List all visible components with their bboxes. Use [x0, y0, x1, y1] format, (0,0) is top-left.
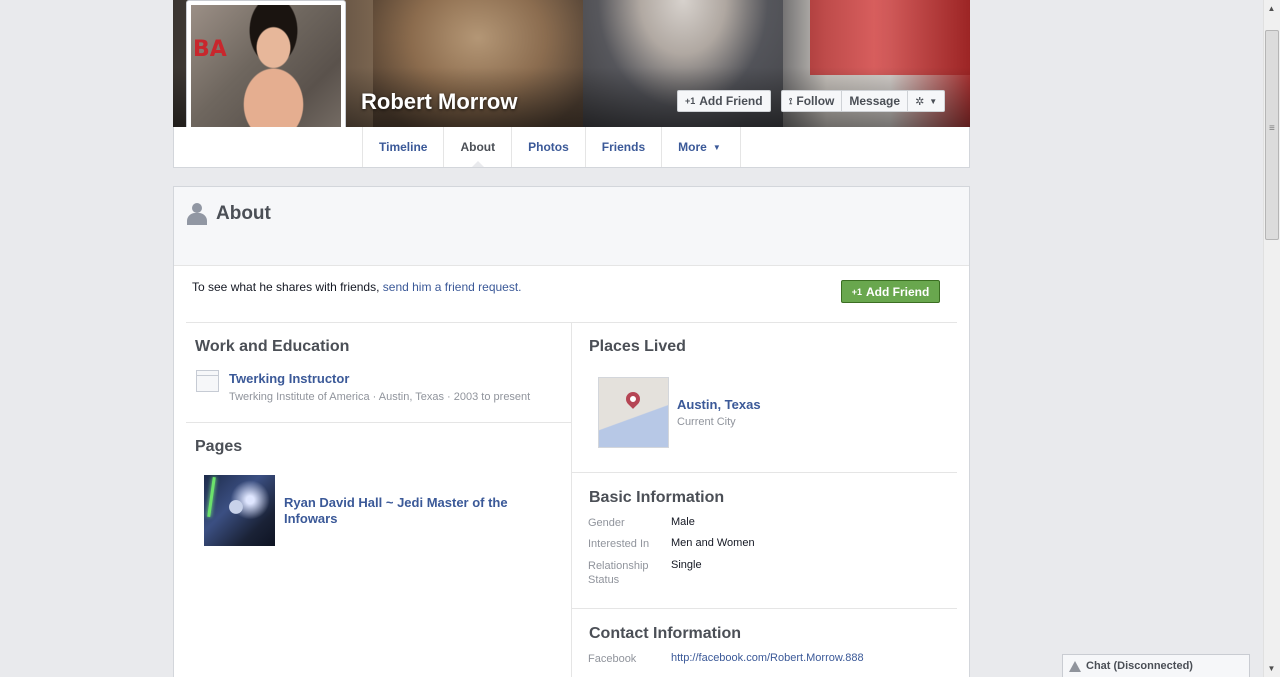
- tab-label: Timeline: [379, 140, 428, 154]
- profile-nav-bar: Timeline About Photos Friends More ▼: [173, 127, 970, 168]
- add-friend-label: Add Friend: [699, 94, 763, 108]
- job-title-link[interactable]: Twerking Instructor: [229, 371, 349, 386]
- tab-photos[interactable]: Photos: [512, 127, 586, 167]
- map-thumbnail[interactable]: [598, 377, 669, 448]
- work-education-title: Work and Education: [195, 338, 350, 355]
- profile-name[interactable]: Robert Morrow: [361, 89, 517, 115]
- divider: [572, 608, 957, 609]
- scroll-down-icon[interactable]: ▼: [1263, 660, 1280, 677]
- tab-timeline[interactable]: Timeline: [363, 127, 445, 167]
- add-friend-primary-button[interactable]: +1 Add Friend: [841, 280, 940, 303]
- chat-label: Chat (Disconnected): [1086, 660, 1193, 672]
- places-lived-title: Places Lived: [589, 338, 686, 355]
- current-city-label: Current City: [677, 416, 736, 428]
- message-label: Message: [849, 94, 901, 108]
- message-button[interactable]: Message: [842, 91, 909, 111]
- profile-tabs: Timeline About Photos Friends More ▼: [362, 127, 742, 167]
- job-details: Twerking Institute of America · Austin, …: [229, 391, 531, 403]
- follow-button[interactable]: ⟟ Follow: [782, 91, 843, 111]
- send-friend-request-link[interactable]: send him a friend request.: [383, 280, 522, 294]
- profile-photo: BA: [191, 5, 341, 147]
- profile-action-group: ⟟ Follow Message ✲ ▼: [781, 90, 946, 112]
- briefcase-icon: [196, 370, 219, 392]
- tab-label: Photos: [528, 140, 569, 154]
- pages-title: Pages: [195, 438, 243, 455]
- basic-info-title: Basic Information: [589, 489, 725, 506]
- tab-more[interactable]: More ▼: [662, 127, 742, 167]
- chevron-down-icon: ▼: [712, 142, 721, 152]
- tab-label: More: [678, 140, 707, 154]
- cover-photo-background: [810, 0, 970, 75]
- page-link[interactable]: Ryan David Hall ~ Jedi Master of the Inf…: [284, 495, 534, 527]
- scroll-up-icon[interactable]: ▲: [1263, 0, 1280, 17]
- person-icon: [187, 203, 207, 225]
- info-label: Relationship Status: [588, 560, 649, 586]
- add-friend-label: Add Friend: [865, 284, 930, 299]
- tab-about[interactable]: About: [444, 127, 513, 167]
- info-label: Facebook: [588, 653, 637, 665]
- about-header: About: [174, 187, 969, 266]
- add-friend-button[interactable]: +1 Add Friend: [677, 90, 771, 112]
- tab-friends[interactable]: Friends: [586, 127, 663, 167]
- info-value: Men and Women: [671, 537, 755, 549]
- gear-icon: ✲: [915, 95, 925, 108]
- tab-label: About: [460, 140, 496, 154]
- friend-request-notice: To see what he shares with friends, send…: [192, 280, 522, 294]
- scroll-thumb[interactable]: [1265, 30, 1279, 240]
- map-pin-icon: [623, 389, 643, 409]
- chevron-down-icon: ▼: [929, 96, 938, 106]
- info-value: Single: [671, 559, 702, 571]
- divider: [572, 472, 957, 473]
- facebook-url-link[interactable]: http://facebook.com/Robert.Morrow.888: [671, 652, 864, 664]
- column-divider: [571, 322, 572, 677]
- page-thumbnail[interactable]: [204, 475, 275, 546]
- rss-icon: ⟟: [789, 95, 793, 106]
- settings-dropdown-button[interactable]: ✲ ▼: [908, 91, 944, 111]
- contact-info-title: Contact Information: [589, 625, 741, 642]
- tab-label: Friends: [601, 140, 646, 154]
- info-value: Male: [671, 516, 695, 528]
- add-friend-icon: +1: [685, 96, 696, 106]
- info-label: Interested In: [588, 538, 650, 550]
- page-scrollbar[interactable]: ▲ ▼: [1263, 0, 1280, 677]
- current-city-link[interactable]: Austin, Texas: [677, 397, 761, 412]
- info-label: Gender: [588, 517, 625, 529]
- friend-request-text: To see what he shares with friends,: [192, 280, 383, 294]
- about-section: About To see what he shares with friends…: [173, 186, 970, 677]
- warning-icon: [1069, 660, 1081, 672]
- profile-photo-graphic: BA: [193, 37, 227, 62]
- add-friend-icon: +1: [851, 286, 862, 297]
- chat-tab[interactable]: Chat (Disconnected): [1062, 654, 1250, 677]
- follow-label: Follow: [796, 94, 835, 108]
- divider: [186, 422, 571, 423]
- about-title: About: [216, 203, 271, 224]
